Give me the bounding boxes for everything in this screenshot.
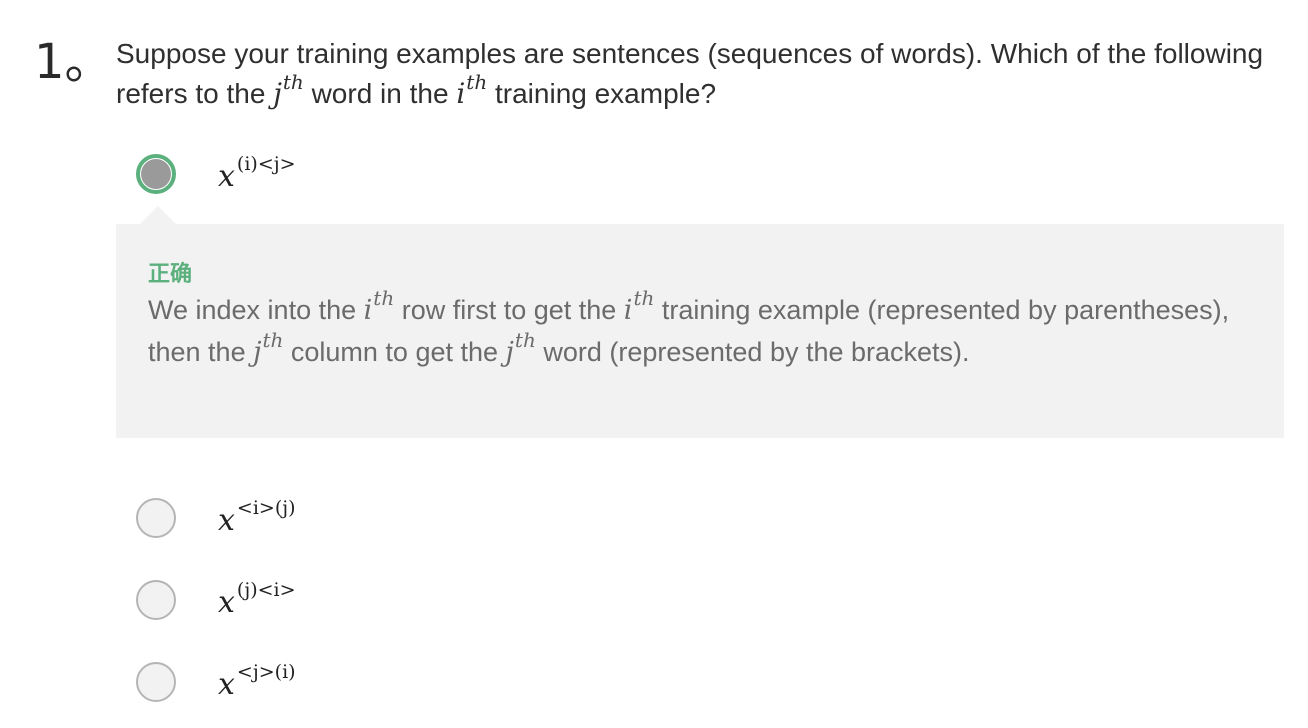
answer-option-2[interactable]: x <i>(j) <box>136 496 296 540</box>
superscript-th: th <box>373 286 395 310</box>
feedback-text-2: row first to get the <box>394 295 624 325</box>
feedback-status: 正确 <box>148 262 193 287</box>
superscript-th: th <box>466 70 488 94</box>
feedback-text-5: word (represented by the brackets). <box>535 337 970 367</box>
option-index-b: <i> <box>257 578 296 601</box>
var-j: j <box>273 77 282 110</box>
option-index-b: <j> <box>257 152 296 175</box>
radio-button[interactable] <box>136 580 176 620</box>
superscript-th: th <box>633 286 655 310</box>
option-index-a: <j> <box>236 660 275 683</box>
var-j: j <box>505 337 514 368</box>
question-text: Suppose your training examples are sente… <box>116 34 1276 116</box>
var-j: j <box>253 337 262 368</box>
option-index-b: (j) <box>274 496 296 519</box>
answer-option-1[interactable]: x (i)<j> <box>136 152 296 196</box>
question-text-part2: word in the <box>303 78 457 109</box>
question-text-part3: training example? <box>487 78 717 109</box>
option-index-a: (j) <box>236 578 258 601</box>
option-label: x (j)<i> <box>218 579 296 620</box>
var-i: i <box>456 77 466 110</box>
option-index: <j>(i) <box>237 661 296 683</box>
option-index: (j)<i> <box>237 579 296 601</box>
var-i: i <box>623 295 633 326</box>
radio-button-selected[interactable] <box>136 154 176 194</box>
option-label: x (i)<j> <box>218 153 296 194</box>
feedback-arrow <box>140 206 176 224</box>
option-index: (i)<j> <box>237 153 296 175</box>
option-base: x <box>218 158 235 194</box>
option-base: x <box>218 502 235 538</box>
answer-option-3[interactable]: x (j)<i> <box>136 578 296 622</box>
radio-button[interactable] <box>136 498 176 538</box>
question-number: 1。 <box>34 34 113 90</box>
option-label: x <j>(i) <box>218 661 296 702</box>
option-base: x <box>218 666 235 702</box>
option-index-b: (i) <box>274 660 296 683</box>
answer-option-4[interactable]: x <j>(i) <box>136 660 296 704</box>
superscript-th: th <box>262 328 284 352</box>
superscript-th: th <box>282 70 304 94</box>
option-index: <i>(j) <box>237 497 296 519</box>
option-index-a: (i) <box>236 152 258 175</box>
feedback-text: We index into the ith row first to get t… <box>148 286 1258 374</box>
radio-button[interactable] <box>136 662 176 702</box>
radio-dot <box>141 159 171 189</box>
superscript-th: th <box>514 328 536 352</box>
feedback-panel: 正确 We index into the ith row first to ge… <box>116 224 1284 438</box>
feedback-text-1: We index into the <box>148 295 364 325</box>
feedback-text-4: column to get the <box>283 337 506 367</box>
option-base: x <box>218 584 235 620</box>
option-index-a: <i> <box>236 496 275 519</box>
var-i: i <box>363 295 373 326</box>
option-label: x <i>(j) <box>218 497 296 538</box>
